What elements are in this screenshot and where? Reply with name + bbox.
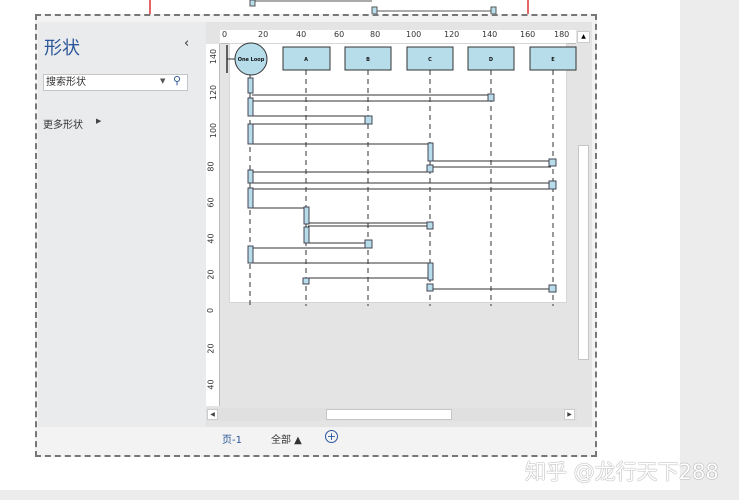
all-pages-button[interactable]: 全部 ▲ xyxy=(271,431,302,446)
lifeline-label: C xyxy=(428,57,432,63)
loop-label: One Loop xyxy=(238,57,265,63)
lifeline-label: E xyxy=(551,57,555,63)
scroll-left-button[interactable]: ◀ xyxy=(207,409,218,420)
scroll-right-button[interactable]: ▶ xyxy=(564,409,575,420)
watermark: 知乎 @龙行天下288 xyxy=(525,460,719,484)
horizontal-scroll-thumb[interactable] xyxy=(326,409,452,420)
vertical-scroll-thumb[interactable] xyxy=(578,145,589,360)
messages xyxy=(252,94,551,290)
lifelines xyxy=(249,70,554,306)
sequence-diagram[interactable]: One Loop A B C D E xyxy=(0,0,739,500)
lifeline-label: B xyxy=(366,57,370,63)
add-page-button[interactable]: + xyxy=(325,430,338,443)
tab-page-1[interactable]: 页-1 xyxy=(222,431,242,446)
lifeline-label: A xyxy=(304,57,308,63)
activation-bars xyxy=(247,77,557,293)
lifeline-label: D xyxy=(489,57,493,63)
scroll-up-button[interactable]: ▲ xyxy=(577,31,590,43)
